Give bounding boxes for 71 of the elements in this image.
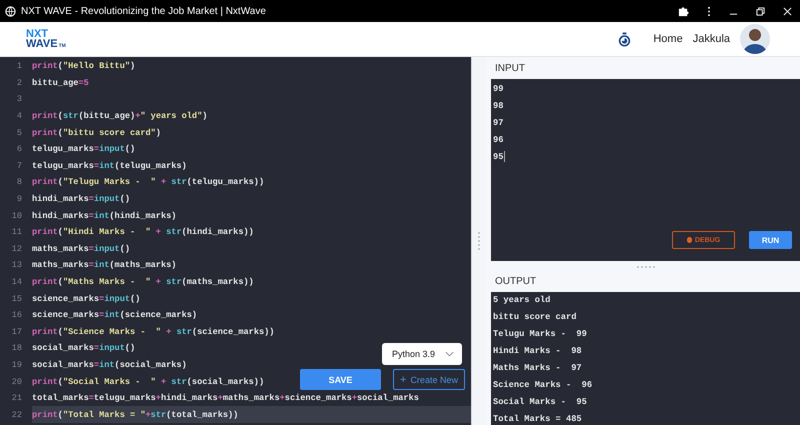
line-number: 5 bbox=[16, 128, 23, 138]
line-number: 13 bbox=[10, 260, 23, 270]
drag-handle-icon[interactable] bbox=[478, 231, 480, 251]
line-number: 19 bbox=[10, 360, 23, 370]
chevron-down-icon bbox=[445, 351, 454, 357]
output-line: Social Marks - 95 bbox=[493, 396, 588, 409]
code-line: maths_marks=int(maths_marks) bbox=[32, 260, 176, 270]
line-number: 14 bbox=[10, 277, 23, 288]
nav-link[interactable]: Home bbox=[653, 33, 683, 45]
line-number: 9 bbox=[16, 194, 23, 204]
code-line: telugu_marks=int(telugu_marks) bbox=[32, 160, 187, 171]
input-field[interactable]: 99 98 97 96 95 bbox=[491, 79, 800, 231]
line-number: 3 bbox=[16, 94, 23, 104]
line-number: 12 bbox=[10, 244, 23, 254]
code-line: print("Hello Bittu") bbox=[32, 61, 136, 72]
line-number: 17 bbox=[10, 326, 23, 337]
code-line: print("Telugu Marks - " + str(telugu_marks)) bbox=[32, 177, 264, 188]
output-line: Maths Marks - 97 bbox=[493, 362, 583, 375]
code-line: social_marks=int(social_marks) bbox=[32, 360, 187, 370]
globe-icon bbox=[5, 6, 16, 16]
code-line: science_marks=int(science_marks) bbox=[32, 310, 198, 320]
drag-handle-icon[interactable] bbox=[636, 266, 656, 268]
output-label: OUTPUT bbox=[494, 275, 538, 289]
menu-icon[interactable] bbox=[707, 6, 711, 16]
line-number: 8 bbox=[16, 177, 23, 188]
output-line: bittu score card bbox=[493, 311, 578, 324]
line-number: 4 bbox=[16, 111, 23, 122]
code-line: telugu_marks=input() bbox=[32, 144, 136, 154]
output-line: Hindi Marks - 98 bbox=[493, 345, 583, 358]
line-number: 21 bbox=[10, 393, 23, 404]
code-line: social_marks=input() bbox=[32, 343, 136, 354]
output-line: Science Marks - 96 bbox=[493, 379, 594, 392]
user-name[interactable]: Jakkula bbox=[692, 33, 730, 45]
code-line: bittu_age=5 bbox=[32, 78, 89, 88]
code-line: hindi_marks=int(hindi_marks) bbox=[32, 210, 176, 221]
line-number: 20 bbox=[10, 376, 23, 387]
code-line: print(str(bittu_age)+" years old") bbox=[32, 111, 208, 122]
code-line: hindi_marks=input() bbox=[32, 194, 130, 204]
line-number: 18 bbox=[10, 343, 23, 354]
create-new-button[interactable]: + Create New bbox=[393, 369, 465, 390]
output-line: 5 years old bbox=[493, 294, 552, 307]
code-line: print("Total Marks = "+str(total_marks)) bbox=[32, 410, 238, 420]
input-label: INPUT bbox=[494, 62, 526, 76]
line-number: 15 bbox=[10, 294, 23, 304]
puzzle-icon[interactable] bbox=[678, 6, 689, 16]
code-line: print("Maths Marks - " + str(maths_marks)) bbox=[32, 277, 254, 288]
avatar[interactable] bbox=[740, 24, 770, 54]
line-number: 1 bbox=[16, 61, 23, 72]
output-line: Total Marks = 485 bbox=[493, 413, 583, 425]
line-number: 16 bbox=[10, 310, 23, 320]
code-line: science_marks=input() bbox=[32, 294, 140, 304]
code-line: print("Social Marks - " + str(social_marks)) bbox=[32, 376, 264, 387]
line-number: 10 bbox=[10, 210, 23, 221]
line-number: 7 bbox=[16, 160, 23, 171]
output-line: Telugu Marks - 99 bbox=[493, 328, 588, 341]
code-line: print("Science Marks - " + str(science_marks)) bbox=[32, 326, 274, 337]
window-title: NXT WAVE - Revolutionizing the Job Market | NxtWave bbox=[21, 6, 266, 16]
stopwatch-icon[interactable] bbox=[618, 32, 632, 46]
code-line: print("Hindi Marks - " + str(hindi_marks)) bbox=[32, 227, 254, 238]
code-line: total_marks=telugu_marks+hindi_marks+maths_marks+science_marks+social_marks bbox=[32, 393, 419, 404]
close-icon[interactable] bbox=[783, 6, 792, 16]
line-number: 2 bbox=[16, 78, 23, 88]
line-number: 22 bbox=[10, 410, 23, 420]
bug-icon bbox=[686, 237, 692, 243]
code-line: maths_marks=input() bbox=[32, 244, 130, 254]
restore-icon[interactable] bbox=[756, 6, 765, 16]
language-dropdown[interactable]: Python 3.9 bbox=[382, 343, 462, 365]
code-editor[interactable] bbox=[0, 57, 471, 425]
line-number: 6 bbox=[16, 144, 23, 154]
code-line: print("bittu score card") bbox=[32, 128, 161, 138]
line-number: 11 bbox=[10, 227, 23, 238]
